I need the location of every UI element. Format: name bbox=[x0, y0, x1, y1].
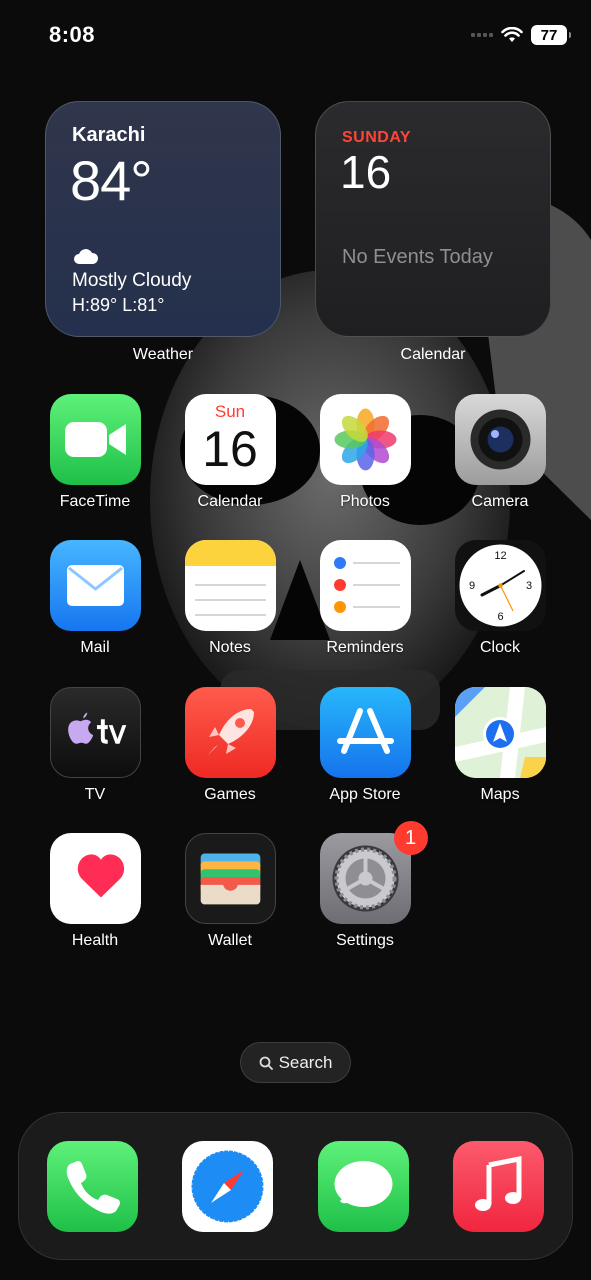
cellular-signal-icon bbox=[471, 33, 493, 37]
music-note-icon bbox=[475, 1155, 522, 1211]
app-camera[interactable]: Camera bbox=[445, 394, 555, 511]
app-calendar[interactable]: Sun 16 Calendar bbox=[175, 394, 285, 511]
app-label-mail: Mail bbox=[80, 639, 110, 656]
rocket-icon bbox=[184, 687, 276, 778]
dock-music[interactable] bbox=[453, 1141, 544, 1232]
message-bubble-icon bbox=[334, 1161, 393, 1207]
app-label-clock: Clock bbox=[479, 639, 520, 656]
app-maps[interactable]: Maps bbox=[445, 687, 555, 804]
apple-tv-icon bbox=[49, 687, 141, 778]
phone-icon bbox=[66, 1160, 121, 1214]
status-time: 8:08 bbox=[49, 22, 96, 47]
dock-messages[interactable] bbox=[318, 1141, 409, 1232]
clock-numeral-3: 3 bbox=[525, 580, 531, 592]
app-label-photos: Photos bbox=[340, 493, 390, 510]
app-label-app-store: App Store bbox=[329, 786, 401, 803]
clock-numeral-9: 9 bbox=[468, 580, 474, 592]
health-icon bbox=[49, 833, 141, 924]
app-tv[interactable]: TV bbox=[40, 687, 150, 804]
calendar-icon: Sun 16 bbox=[184, 394, 276, 485]
app-label-maps: Maps bbox=[480, 786, 520, 803]
facetime-icon bbox=[49, 394, 141, 485]
camera-icon bbox=[454, 394, 546, 485]
app-label-tv: TV bbox=[84, 786, 106, 803]
app-label-settings: Settings bbox=[336, 932, 394, 949]
clock-numeral-6: 6 bbox=[497, 611, 503, 623]
calendar-icon-date: 16 bbox=[202, 421, 258, 477]
compass-icon bbox=[190, 1149, 265, 1224]
mail-icon bbox=[49, 540, 141, 631]
search-icon bbox=[259, 1056, 273, 1070]
calendar-icon-day: Sun bbox=[214, 402, 246, 421]
app-label-health: Health bbox=[71, 932, 119, 949]
clock-numeral-12: 12 bbox=[494, 550, 506, 562]
app-facetime[interactable]: FaceTime bbox=[40, 394, 150, 511]
app-label-camera: Camera bbox=[471, 493, 529, 510]
app-label-reminders: Reminders bbox=[326, 639, 404, 656]
wallet-icon bbox=[184, 833, 276, 924]
clock-icon: 12 3 6 9 bbox=[454, 540, 546, 631]
cloud-icon bbox=[74, 249, 99, 264]
weather-widget-label: Weather bbox=[132, 346, 194, 363]
notes-icon bbox=[184, 540, 276, 631]
app-reminders[interactable]: Reminders bbox=[310, 540, 420, 657]
app-health[interactable]: Health bbox=[40, 833, 150, 950]
search-label: Search bbox=[278, 1052, 333, 1072]
battery-icon: 77 bbox=[531, 25, 571, 45]
app-app-store[interactable]: App Store bbox=[310, 687, 420, 804]
calendar-widget[interactable]: SUNDAY 16 No Events Today bbox=[315, 101, 551, 337]
wifi-icon bbox=[501, 27, 523, 42]
calendar-widget-date: 16 bbox=[340, 146, 392, 198]
notification-badge: 1 bbox=[393, 821, 428, 855]
app-notes[interactable]: Notes bbox=[175, 540, 285, 657]
app-settings[interactable]: 1 Settings bbox=[310, 821, 428, 950]
app-clock[interactable]: 12 3 6 9 Clock bbox=[445, 540, 555, 657]
app-games[interactable]: Games bbox=[175, 687, 285, 804]
weather-widget[interactable]: Karachi 84° Mostly Cloudy H:89° L:81° bbox=[45, 101, 281, 337]
gear-icon: 1 bbox=[319, 821, 428, 924]
photos-icon bbox=[319, 394, 411, 485]
dock-phone[interactable] bbox=[47, 1141, 138, 1232]
app-label-facetime: FaceTime bbox=[59, 493, 131, 510]
app-store-icon bbox=[319, 687, 411, 778]
weather-condition: Mostly Cloudy bbox=[72, 270, 192, 291]
app-photos[interactable]: Photos bbox=[310, 394, 420, 511]
home-search-button[interactable]: Search bbox=[240, 1042, 351, 1083]
app-mail[interactable]: Mail bbox=[40, 540, 150, 657]
calendar-widget-events: No Events Today bbox=[342, 246, 493, 268]
weather-city: Karachi bbox=[72, 124, 146, 146]
calendar-widget-label: Calendar bbox=[400, 346, 466, 363]
dock-safari[interactable] bbox=[182, 1141, 273, 1232]
weather-temperature: 84° bbox=[70, 149, 153, 212]
app-label-notes: Notes bbox=[209, 639, 251, 656]
reminders-icon bbox=[319, 540, 411, 631]
maps-icon bbox=[454, 687, 546, 778]
app-wallet[interactable]: Wallet bbox=[175, 833, 285, 950]
app-label-games: Games bbox=[204, 786, 256, 803]
app-label-calendar: Calendar bbox=[197, 493, 263, 510]
weather-high-low: H:89° L:81° bbox=[72, 295, 165, 315]
battery-level: 77 bbox=[540, 26, 558, 44]
app-label-wallet: Wallet bbox=[208, 932, 252, 949]
status-bar: 8:08 77 bbox=[0, 0, 591, 70]
